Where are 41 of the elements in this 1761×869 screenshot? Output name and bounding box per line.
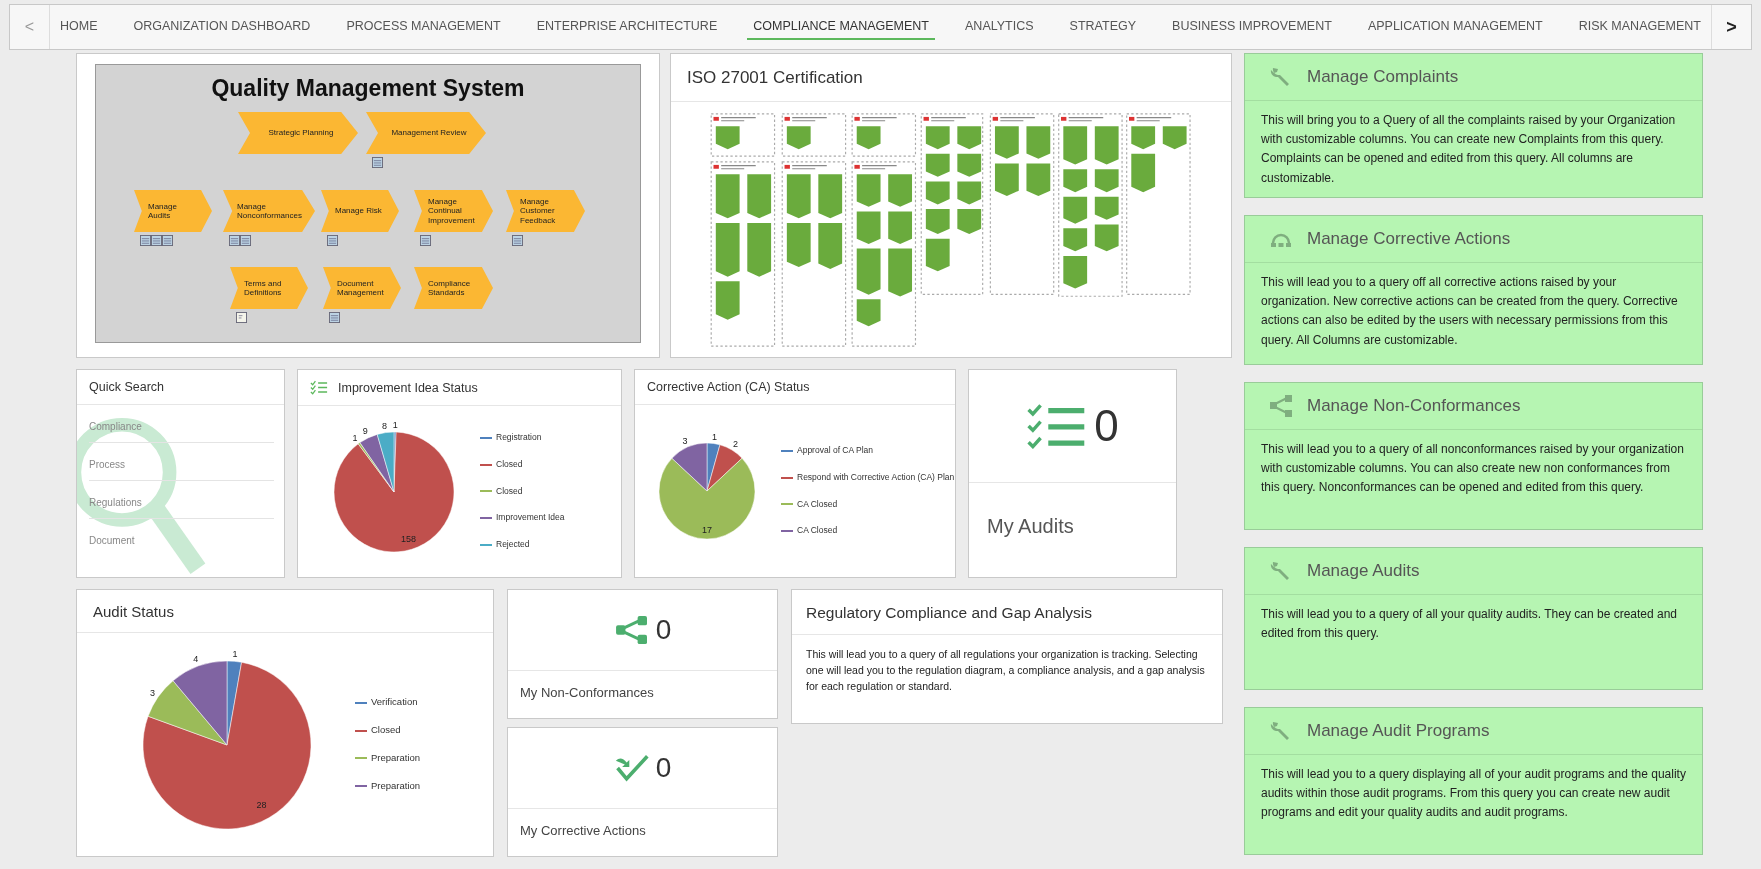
data-label: 158	[401, 533, 417, 544]
legend-label: Respond with Corrective Action (CA) Plan	[797, 472, 955, 483]
card-title: Improvement Idea Status	[338, 380, 478, 395]
card-description: This will lead you to a query of all nonconformances raised by your organization with customizable columns. You can also create new non conformances from this query. Nonconformances can be opened and edited from this query.	[1260, 441, 1685, 497]
data-label: 2	[733, 439, 739, 449]
legend-label: CA Closed	[797, 499, 838, 510]
legend-label: Registration	[496, 433, 542, 443]
legend-label: Closed	[371, 725, 401, 736]
legend-label: Closed	[496, 486, 523, 497]
legend-label: CA Closed	[797, 526, 838, 537]
legend-label: Approval of CA Plan	[797, 445, 874, 456]
data-label: 28	[256, 799, 267, 810]
data-label: 1	[232, 648, 238, 659]
data-label: 8	[382, 420, 388, 431]
data-label: 3	[682, 435, 688, 446]
data-label: 17	[702, 525, 712, 536]
data-label: 3	[149, 687, 155, 698]
legend-label: Improvement Idea	[496, 513, 565, 524]
data-label: 9	[362, 426, 368, 436]
card-title: Corrective Action (CA) Status	[635, 370, 955, 405]
card-title: ISO 27001 Certification	[671, 54, 1231, 102]
data-label: 4	[193, 654, 199, 664]
legend-label: Preparation	[371, 753, 421, 764]
card-description: This will lead you to a query off all corrective actions raised by your organization. New corrective actions can be created from the query. Corrective actions can also be edited by the users with necessary permissions from this query. All Columns are customizable.	[1260, 274, 1679, 349]
data-label: 1	[712, 431, 717, 442]
legend-label: Preparation	[371, 780, 421, 792]
diagram-title: Quality Management System	[210, 75, 526, 102]
card-description: This will lead you to a query displaying all of your audit programs and the quality audits within those audit programs. From this query you can create new audit programs and edit your quality audits and audit programs.	[1260, 766, 1687, 822]
count-value: 0	[655, 752, 672, 784]
card-title: Quick Search	[77, 370, 284, 405]
data-label: 1	[352, 432, 358, 442]
card-title: Audit Status	[77, 590, 493, 633]
data-label: 1	[392, 419, 398, 430]
count-value: 0	[655, 614, 672, 646]
legend-label: Rejected	[496, 540, 530, 550]
card-description: This will bring you to a Query of all the complaints raised by your Organization with customizable columns. You can create new Complaints from this query. Complaints can be opened and edited from this query. All columns are customizable.	[1260, 112, 1677, 187]
legend-label: Verification	[371, 697, 418, 709]
card-description: This will lead you to a query of all regulations your organization is tracking. Selecting one will lead you to the regulation diagram, a compliance analysis, and a gap analysis for each regulation or standard.	[805, 647, 1206, 694]
card-description: This will lead you to a query of all your quality audits. They can be created and edited from this query.	[1260, 606, 1678, 643]
legend-label: Closed	[496, 459, 523, 470]
count-value: 0	[1094, 401, 1119, 451]
